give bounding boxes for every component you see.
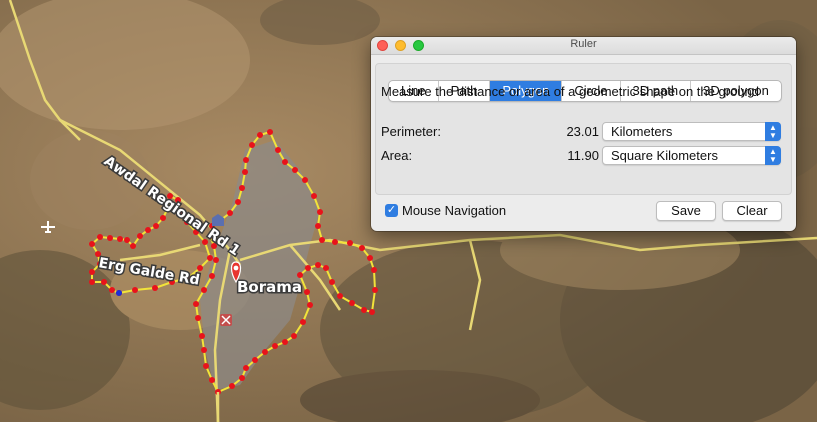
polygon-vertex[interactable] xyxy=(97,234,103,240)
polygon-vertex[interactable] xyxy=(307,302,313,308)
polygon-vertex[interactable] xyxy=(209,273,215,279)
polygon-vertex[interactable] xyxy=(207,255,213,261)
polygon-vertex[interactable] xyxy=(267,129,273,135)
polygon-vertex[interactable] xyxy=(201,287,207,293)
polygon-vertex[interactable] xyxy=(137,233,143,239)
polygon-vertex[interactable] xyxy=(300,319,306,325)
chevron-up-down-icon: ▲ ▼ xyxy=(765,122,781,141)
polygon-vertex[interactable] xyxy=(239,375,245,381)
polygon-vertex[interactable] xyxy=(209,377,215,383)
polygon-vertex[interactable] xyxy=(304,289,310,295)
polygon-vertex[interactable] xyxy=(124,237,130,243)
polygon-vertex[interactable] xyxy=(252,357,258,363)
polygon-vertex[interactable] xyxy=(349,300,355,306)
polygon-vertex[interactable] xyxy=(367,255,373,261)
polygon-vertex[interactable] xyxy=(197,265,203,271)
polygon-vertex[interactable] xyxy=(201,347,207,353)
polygon-vertex[interactable] xyxy=(243,365,249,371)
polygon-vertex[interactable] xyxy=(203,363,209,369)
chevron-up-down-icon: ▲ ▼ xyxy=(765,146,781,165)
mouse-navigation-label[interactable]: Mouse Navigation xyxy=(402,203,506,218)
polygon-vertex[interactable] xyxy=(242,169,248,175)
polygon-vertex[interactable] xyxy=(89,279,95,285)
polygon-vertex[interactable] xyxy=(257,132,263,138)
mouse-navigation-checkbox[interactable]: ✓ xyxy=(385,204,398,217)
polygon-vertex[interactable] xyxy=(130,243,136,249)
polygon-vertex[interactable] xyxy=(319,237,325,243)
polygon-vertex[interactable] xyxy=(239,185,245,191)
polygon-vertex[interactable] xyxy=(249,142,255,148)
polygon-vertex[interactable] xyxy=(160,215,166,221)
polygon-vertex[interactable] xyxy=(107,235,113,241)
vertex-current[interactable] xyxy=(116,290,122,296)
polygon-vertex[interactable] xyxy=(372,287,378,293)
polygon-vertex[interactable] xyxy=(272,343,278,349)
polygon-vertex[interactable] xyxy=(369,309,375,315)
polygon-vertex[interactable] xyxy=(132,287,138,293)
polygon-vertex[interactable] xyxy=(195,315,201,321)
polygon-vertex[interactable] xyxy=(282,159,288,165)
polygon-vertex[interactable] xyxy=(292,167,298,173)
polygon-vertex[interactable] xyxy=(315,223,321,229)
perimeter-unit-value: Kilometers xyxy=(611,124,673,139)
polygon-vertex[interactable] xyxy=(311,193,317,199)
polygon-vertex[interactable] xyxy=(359,245,365,251)
polygon-vertex[interactable] xyxy=(89,241,95,247)
polygon-vertex[interactable] xyxy=(291,333,297,339)
perimeter-unit-select[interactable]: Kilometers ▲ ▼ xyxy=(602,122,781,141)
polygon-vertex[interactable] xyxy=(229,383,235,389)
polygon-vertex[interactable] xyxy=(282,339,288,345)
polygon-vertex[interactable] xyxy=(89,269,95,275)
polygon-vertex[interactable] xyxy=(227,210,233,216)
perimeter-label: Perimeter: xyxy=(381,124,441,139)
polygon-vertex[interactable] xyxy=(145,227,151,233)
ruler-window: Ruler Line Path Polygon Circle 3D path 3… xyxy=(371,37,796,231)
polygon-vertex[interactable] xyxy=(305,265,311,271)
polygon-vertex[interactable] xyxy=(235,199,241,205)
save-button[interactable]: Save xyxy=(656,201,716,221)
polygon-vertex[interactable] xyxy=(315,262,321,268)
polygon-vertex[interactable] xyxy=(109,287,115,293)
area-unit-select[interactable]: Square Kilometers ▲ ▼ xyxy=(602,146,781,165)
clear-button[interactable]: Clear xyxy=(722,201,782,221)
polygon-vertex[interactable] xyxy=(347,240,353,246)
polygon-vertex[interactable] xyxy=(153,223,159,229)
polygon-vertex[interactable] xyxy=(152,285,158,291)
polygon-vertex[interactable] xyxy=(101,279,107,285)
polygon-vertex[interactable] xyxy=(329,279,335,285)
area-label: Area: xyxy=(381,148,413,163)
polygon-vertex[interactable] xyxy=(361,307,367,313)
polygon-vertex[interactable] xyxy=(317,209,323,215)
polygon-vertex[interactable] xyxy=(302,177,308,183)
perimeter-value: 23.01 xyxy=(566,124,599,139)
polygon-vertex[interactable] xyxy=(262,349,268,355)
polygon-vertex[interactable] xyxy=(275,147,281,153)
polygon-vertex[interactable] xyxy=(213,257,219,263)
city-label-borama: Borama xyxy=(237,278,302,296)
ruler-description: Measure the distance or area of a geomet… xyxy=(381,84,759,99)
polygon-vertex[interactable] xyxy=(243,157,249,163)
polygon-vertex[interactable] xyxy=(117,236,123,242)
window-title: Ruler xyxy=(570,38,597,50)
ruler-title-bar[interactable]: Ruler xyxy=(371,37,796,55)
polygon-vertex[interactable] xyxy=(193,301,199,307)
area-value: 11.90 xyxy=(567,148,599,163)
sight-icon[interactable] xyxy=(220,314,232,326)
polygon-vertex[interactable] xyxy=(371,267,377,273)
polygon-vertex[interactable] xyxy=(323,265,329,271)
polygon-vertex[interactable] xyxy=(337,293,343,299)
area-unit-value: Square Kilometers xyxy=(611,148,718,163)
polygon-vertex[interactable] xyxy=(199,333,205,339)
polygon-vertex[interactable] xyxy=(332,239,338,245)
